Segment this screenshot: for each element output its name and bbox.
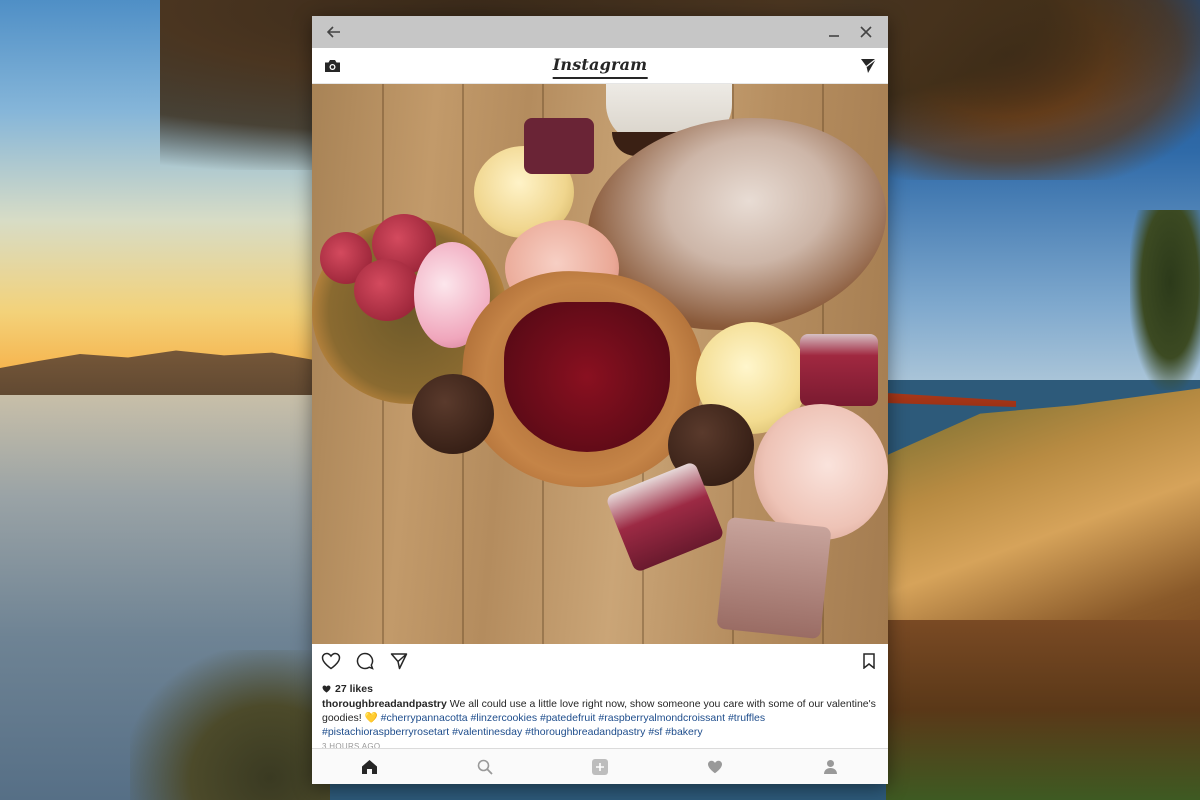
instagram-window: Instagram 27 likes thoroughbreadandpastr… (312, 16, 888, 784)
hashtag-link[interactable]: #patedefruit (540, 712, 595, 724)
post-actions (312, 644, 888, 678)
hashtag-link[interactable]: #linzercookies (471, 712, 538, 724)
nav-add[interactable] (580, 752, 620, 782)
add-icon (591, 758, 608, 775)
hashtag-link[interactable]: #thoroughbreadandpastry (525, 726, 645, 738)
minimize-icon[interactable] (820, 18, 848, 46)
home-icon (362, 759, 378, 774)
bottom-nav (312, 748, 888, 784)
nav-search[interactable] (465, 752, 505, 782)
post-caption: thoroughbreadandpastry We all could use … (322, 697, 878, 739)
share-icon[interactable] (388, 650, 410, 672)
search-icon (477, 759, 493, 775)
post-photo[interactable] (312, 84, 888, 644)
hashtag-link[interactable]: #bakery (665, 726, 702, 738)
like-count[interactable]: 27 likes (322, 682, 878, 696)
nav-home[interactable] (350, 752, 390, 782)
nav-activity[interactable] (695, 752, 735, 782)
window-titlebar[interactable] (312, 16, 888, 48)
post-meta: 27 likes thoroughbreadandpastry We all c… (312, 678, 888, 754)
close-icon[interactable] (852, 18, 880, 46)
likes-heart-icon (322, 685, 331, 693)
wallpaper-ground (886, 620, 1200, 800)
activity-heart-icon (708, 760, 723, 773)
bookmark-icon[interactable] (858, 650, 880, 672)
app-header: Instagram (312, 48, 888, 84)
back-arrow-icon[interactable] (320, 18, 348, 46)
heart-icon[interactable] (320, 650, 342, 672)
hashtag-link[interactable]: #sf (648, 726, 662, 738)
likes-label: 27 likes (335, 683, 373, 695)
profile-icon (823, 760, 837, 774)
nav-profile[interactable] (810, 752, 850, 782)
hashtag-link[interactable]: #raspberryalmondcroissant (598, 712, 725, 724)
hashtag-list: #cherrypannacotta #linzercookies #patede… (322, 712, 765, 738)
hashtag-link[interactable]: #truffles (728, 712, 765, 724)
hashtag-link[interactable]: #valentinesday (452, 726, 522, 738)
camera-icon[interactable] (321, 55, 343, 77)
direct-message-icon[interactable] (857, 55, 879, 77)
comment-icon[interactable] (354, 650, 376, 672)
app-title: Instagram (552, 55, 648, 79)
wallpaper-tree (1130, 210, 1200, 390)
hashtag-link[interactable]: #pistachioraspberryrosetart (322, 726, 449, 738)
post-username[interactable]: thoroughbreadandpastry (322, 698, 447, 710)
wallpaper-shore (130, 650, 330, 800)
hashtag-link[interactable]: #cherrypannacotta (381, 712, 468, 724)
emoji-heart: 💛 (364, 712, 378, 724)
